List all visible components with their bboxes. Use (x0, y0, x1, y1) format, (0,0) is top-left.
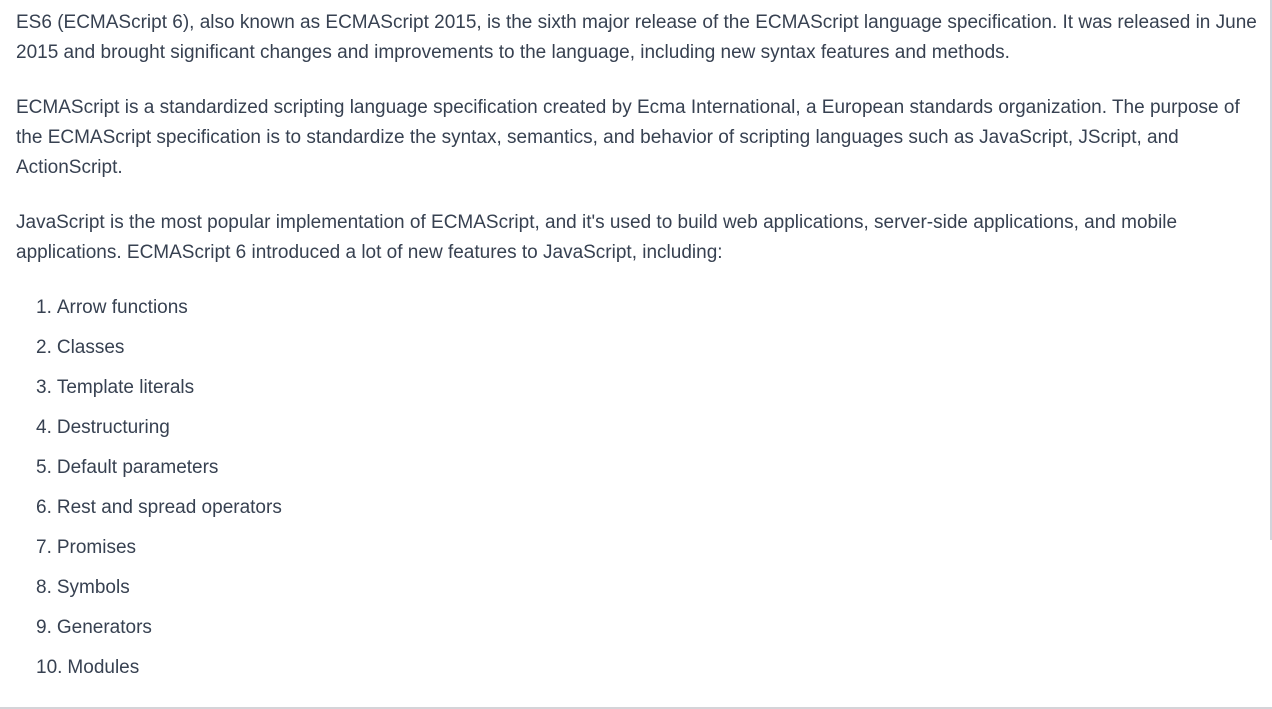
list-number: 6. (36, 497, 52, 518)
list-number: 9. (36, 617, 52, 638)
list-item: 8. Symbols (36, 573, 1266, 603)
list-number: 10. (36, 657, 63, 678)
list-item-text: Rest and spread operators (56, 497, 282, 518)
features-list: 1. Arrow functions 2. Classes 3. Template l… (16, 293, 1266, 683)
list-item: 9. Generators (36, 613, 1266, 643)
list-item-text: Symbols (56, 577, 130, 598)
list-number: 4. (36, 417, 52, 438)
list-number: 5. (36, 457, 52, 478)
list-item-text: Template literals (56, 377, 195, 398)
list-item-text: Promises (56, 537, 137, 558)
list-number: 7. (36, 537, 52, 558)
chat-message-content: ES6 (ECMAScript 6), also known as ECMASc… (16, 8, 1266, 693)
paragraph: ECMAScript is a standardized scripting l… (16, 97, 1240, 178)
list-number: 2. (36, 337, 52, 358)
list-item-text: Arrow functions (56, 297, 188, 318)
list-item-text: Generators (56, 617, 152, 638)
list-number: 1. (36, 297, 52, 318)
list-number: 8. (36, 577, 52, 598)
list-item-text: Classes (56, 337, 125, 358)
paragraph: JavaScript is the most popular implement… (16, 212, 1178, 263)
list-item: 1. Arrow functions (36, 293, 1266, 323)
list-item-text: Default parameters (56, 457, 219, 478)
list-item: 4. Destructuring (36, 413, 1266, 443)
list-item: 6. Rest and spread operators (36, 493, 1266, 523)
list-item: 2. Classes (36, 333, 1266, 363)
list-item-text: Modules (67, 657, 140, 678)
list-item: 7. Promises (36, 533, 1266, 563)
paragraph: ES6 (ECMAScript 6), also known as ECMASc… (16, 12, 1257, 63)
list-item: 3. Template literals (36, 373, 1266, 403)
list-item: 5. Default parameters (36, 453, 1266, 483)
list-number: 3. (36, 377, 52, 398)
list-item: 10. Modules (36, 653, 1266, 683)
list-item-text: Destructuring (56, 417, 170, 438)
